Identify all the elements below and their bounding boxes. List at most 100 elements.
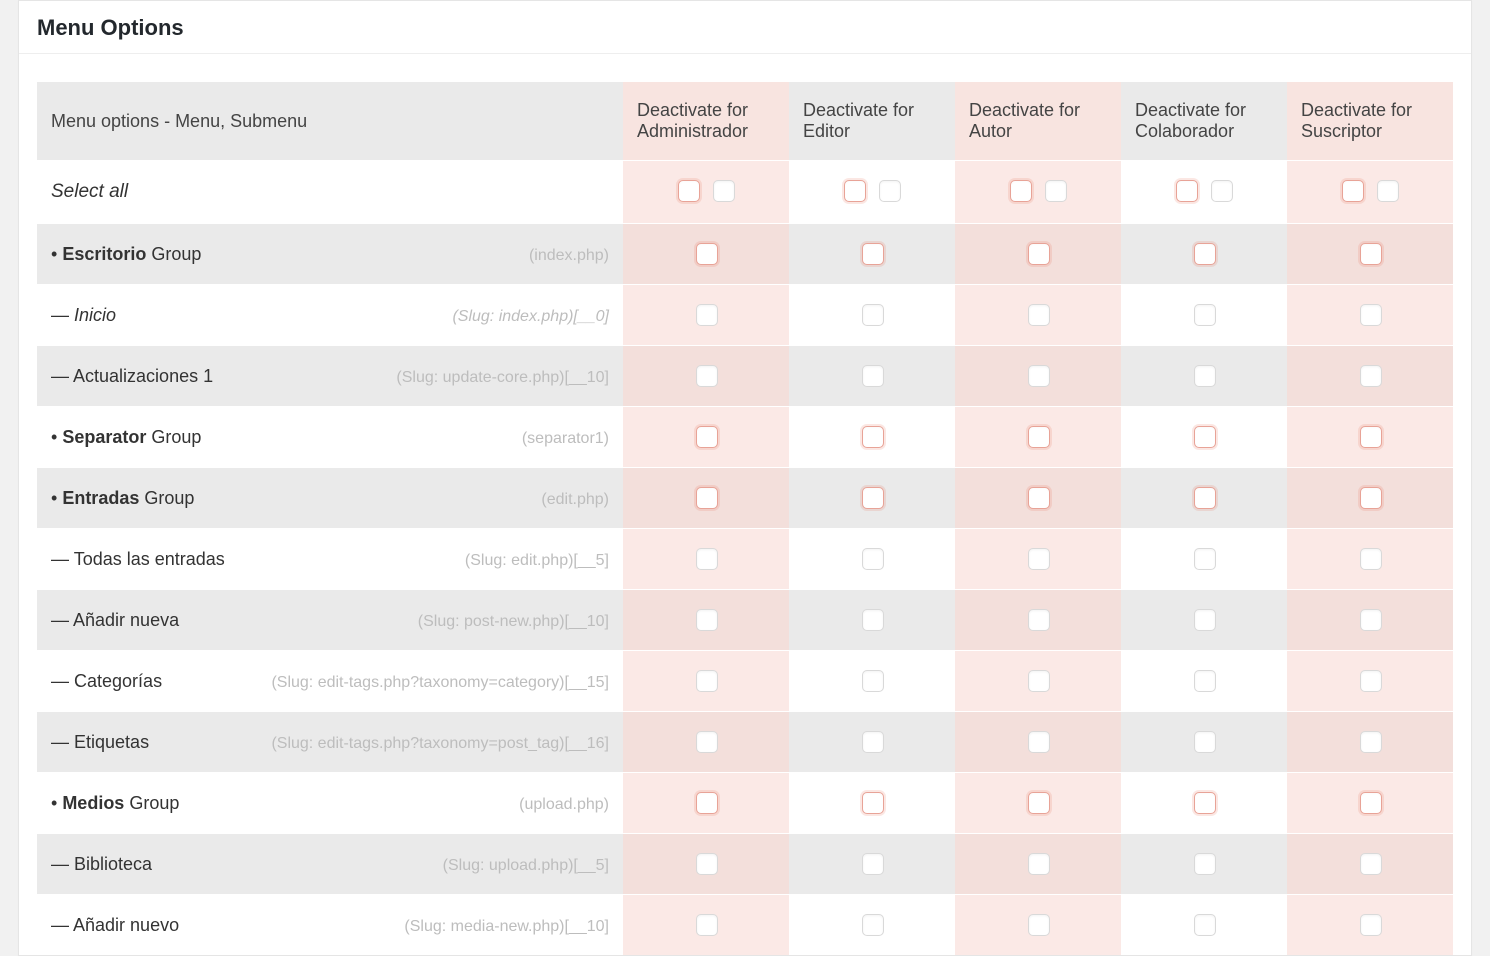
checkbox-medios-colaborador[interactable] — [1194, 792, 1216, 814]
checkbox-anadir-nueva-editor[interactable] — [862, 609, 884, 631]
row-label: • Medios Group — [51, 793, 179, 814]
checkbox-biblioteca-administrador[interactable] — [696, 853, 718, 875]
checkbox-etiquetas-suscriptor[interactable] — [1360, 731, 1382, 753]
col-header-role-suscriptor: Deactivate forSuscriptor — [1287, 82, 1453, 161]
checkbox-anadir-nueva-autor[interactable] — [1028, 609, 1050, 631]
select-all-group-checkbox-editor[interactable] — [844, 180, 866, 202]
select-all-sub-checkbox-editor[interactable] — [879, 180, 901, 202]
checkbox-escritorio-editor[interactable] — [862, 243, 884, 265]
checkbox-actualizaciones-administrador[interactable] — [696, 365, 718, 387]
select-all-cell-autor — [955, 161, 1121, 224]
checkbox-anadir-nuevo-suscriptor[interactable] — [1360, 914, 1382, 936]
col-header-role-autor: Deactivate forAutor — [955, 82, 1121, 161]
checkbox-categorias-autor[interactable] — [1028, 670, 1050, 692]
row-slug: (Slug: edit.php)[__5] — [465, 552, 609, 570]
select-all-sub-checkbox-administrador[interactable] — [713, 180, 735, 202]
checkbox-entradas-administrador[interactable] — [696, 487, 718, 509]
row-slug: (Slug: index.php)[__0] — [452, 308, 609, 326]
checkbox-escritorio-administrador[interactable] — [696, 243, 718, 265]
checkbox-anadir-nueva-administrador[interactable] — [696, 609, 718, 631]
table-row-medios: • Medios Group(upload.php) — [37, 773, 1453, 834]
checkbox-entradas-suscriptor[interactable] — [1360, 487, 1382, 509]
checkbox-categorias-colaborador[interactable] — [1194, 670, 1216, 692]
checkbox-actualizaciones-editor[interactable] — [862, 365, 884, 387]
checkbox-biblioteca-colaborador[interactable] — [1194, 853, 1216, 875]
table-row-entradas: • Entradas Group(edit.php) — [37, 468, 1453, 529]
select-all-group-checkbox-administrador[interactable] — [678, 180, 700, 202]
row-label: — Añadir nuevo — [51, 915, 179, 936]
col-header-role-editor: Deactivate forEditor — [789, 82, 955, 161]
checkbox-todas-entradas-autor[interactable] — [1028, 548, 1050, 570]
checkbox-separator-colaborador[interactable] — [1194, 426, 1216, 448]
row-slug: (index.php) — [529, 247, 609, 265]
checkbox-entradas-autor[interactable] — [1028, 487, 1050, 509]
checkbox-inicio-colaborador[interactable] — [1194, 304, 1216, 326]
table-row-anadir-nuevo: — Añadir nuevo(Slug: media-new.php)[__10… — [37, 895, 1453, 956]
checkbox-anadir-nuevo-editor[interactable] — [862, 914, 884, 936]
checkbox-todas-entradas-editor[interactable] — [862, 548, 884, 570]
select-all-group-checkbox-autor[interactable] — [1010, 180, 1032, 202]
checkbox-medios-administrador[interactable] — [696, 792, 718, 814]
checkbox-biblioteca-editor[interactable] — [862, 853, 884, 875]
checkbox-biblioteca-autor[interactable] — [1028, 853, 1050, 875]
checkbox-categorias-editor[interactable] — [862, 670, 884, 692]
menu-options-table: Menu options - Menu, Submenu Deactivate … — [37, 82, 1453, 955]
checkbox-separator-editor[interactable] — [862, 426, 884, 448]
checkbox-todas-entradas-administrador[interactable] — [696, 548, 718, 570]
select-all-cell-editor — [789, 161, 955, 224]
checkbox-separator-administrador[interactable] — [696, 426, 718, 448]
checkbox-inicio-administrador[interactable] — [696, 304, 718, 326]
checkbox-etiquetas-editor[interactable] — [862, 731, 884, 753]
table-row-categorias: — Categorías(Slug: edit-tags.php?taxonom… — [37, 651, 1453, 712]
checkbox-categorias-suscriptor[interactable] — [1360, 670, 1382, 692]
select-all-cell-administrador — [623, 161, 789, 224]
checkbox-actualizaciones-colaborador[interactable] — [1194, 365, 1216, 387]
checkbox-entradas-editor[interactable] — [862, 487, 884, 509]
checkbox-inicio-editor[interactable] — [862, 304, 884, 326]
page-title: Menu Options — [37, 15, 1453, 41]
row-label: — Añadir nueva — [51, 610, 179, 631]
checkbox-escritorio-colaborador[interactable] — [1194, 243, 1216, 265]
select-all-sub-checkbox-autor[interactable] — [1045, 180, 1067, 202]
row-slug: (separator1) — [522, 430, 609, 448]
checkbox-medios-editor[interactable] — [862, 792, 884, 814]
checkbox-medios-autor[interactable] — [1028, 792, 1050, 814]
checkbox-entradas-colaborador[interactable] — [1194, 487, 1216, 509]
select-all-group-checkbox-colaborador[interactable] — [1176, 180, 1198, 202]
checkbox-todas-entradas-colaborador[interactable] — [1194, 548, 1216, 570]
table-header-row: Menu options - Menu, Submenu Deactivate … — [37, 82, 1453, 161]
checkbox-separator-autor[interactable] — [1028, 426, 1050, 448]
checkbox-etiquetas-administrador[interactable] — [696, 731, 718, 753]
table-body: Select all • Escritorio Group(index.php)… — [37, 161, 1453, 956]
row-slug: (Slug: post-new.php)[__10] — [418, 613, 609, 631]
select-all-sub-checkbox-colaborador[interactable] — [1211, 180, 1233, 202]
checkbox-escritorio-autor[interactable] — [1028, 243, 1050, 265]
checkbox-medios-suscriptor[interactable] — [1360, 792, 1382, 814]
checkbox-todas-entradas-suscriptor[interactable] — [1360, 548, 1382, 570]
select-all-group-checkbox-suscriptor[interactable] — [1342, 180, 1364, 202]
table-row-escritorio: • Escritorio Group(index.php) — [37, 224, 1453, 285]
card-body: Menu options - Menu, Submenu Deactivate … — [19, 54, 1471, 955]
row-label: — Etiquetas — [51, 732, 149, 753]
checkbox-anadir-nueva-suscriptor[interactable] — [1360, 609, 1382, 631]
row-label: — Biblioteca — [51, 854, 152, 875]
checkbox-anadir-nuevo-autor[interactable] — [1028, 914, 1050, 936]
table-row-anadir-nueva: — Añadir nueva (Slug: post-new.php)[__10] — [37, 590, 1453, 651]
checkbox-actualizaciones-autor[interactable] — [1028, 365, 1050, 387]
select-all-sub-checkbox-suscriptor[interactable] — [1377, 180, 1399, 202]
checkbox-categorias-administrador[interactable] — [696, 670, 718, 692]
checkbox-anadir-nueva-colaborador[interactable] — [1194, 609, 1216, 631]
checkbox-inicio-suscriptor[interactable] — [1360, 304, 1382, 326]
checkbox-separator-suscriptor[interactable] — [1360, 426, 1382, 448]
col-header-role-colaborador: Deactivate forColaborador — [1121, 82, 1287, 161]
table-row-separator: • Separator Group(separator1) — [37, 407, 1453, 468]
checkbox-etiquetas-colaborador[interactable] — [1194, 731, 1216, 753]
checkbox-anadir-nuevo-colaborador[interactable] — [1194, 914, 1216, 936]
checkbox-actualizaciones-suscriptor[interactable] — [1360, 365, 1382, 387]
row-label: — Categorías — [51, 671, 162, 692]
checkbox-anadir-nuevo-administrador[interactable] — [696, 914, 718, 936]
checkbox-biblioteca-suscriptor[interactable] — [1360, 853, 1382, 875]
checkbox-escritorio-suscriptor[interactable] — [1360, 243, 1382, 265]
checkbox-inicio-autor[interactable] — [1028, 304, 1050, 326]
checkbox-etiquetas-autor[interactable] — [1028, 731, 1050, 753]
